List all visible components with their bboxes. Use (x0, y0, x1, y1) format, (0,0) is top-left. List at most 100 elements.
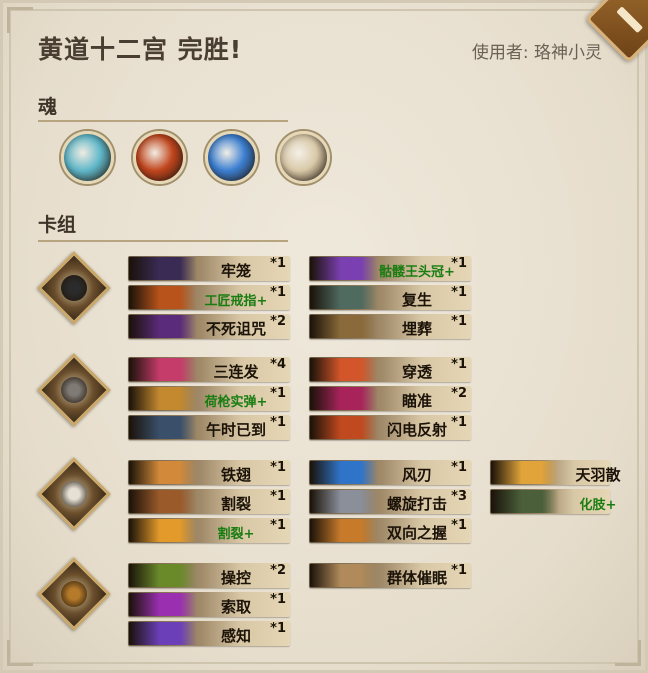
card-item[interactable]: 操控 *2 (128, 563, 290, 588)
card-art (129, 519, 197, 542)
close-icon (616, 6, 644, 34)
card-count: *1 (451, 563, 467, 578)
card-item[interactable]: 铁翅 *1 (128, 460, 290, 485)
card-art (310, 358, 378, 381)
card-count: *1 (270, 256, 286, 271)
card-name: 午时已到 (205, 421, 266, 439)
hero-portrait (61, 481, 87, 507)
card-item[interactable]: 割裂+ *1 (128, 518, 290, 543)
card-name: 风刃 (401, 466, 432, 484)
card-item[interactable]: 不死诅咒 *2 (128, 314, 290, 339)
card-count: *1 (451, 518, 467, 533)
hero-portrait (61, 581, 87, 607)
card-name: 复生 (401, 291, 432, 309)
card-item[interactable]: 瞄准 *2 (309, 386, 471, 411)
card-item[interactable]: 天羽散 (490, 460, 621, 485)
card-art (310, 564, 378, 587)
deck-section-title: 卡组 (38, 214, 77, 236)
card-art (129, 257, 197, 280)
card-count: *1 (451, 460, 467, 475)
user-label: 使用者: (471, 43, 529, 63)
card-name: 索取 (220, 598, 251, 616)
card-name: 群体催眠 (386, 569, 447, 587)
card-name: 三连发 (213, 363, 259, 381)
card-item[interactable]: 闪电反射 *1 (309, 415, 471, 440)
page-title: 黄道十二宫 完胜! (38, 35, 243, 64)
card-art (129, 416, 197, 439)
fire-orb-soul-icon[interactable] (133, 131, 186, 184)
card-name: 工匠戒指+ (204, 294, 268, 309)
card-item[interactable]: 埋葬 *1 (309, 314, 471, 339)
card-count: *1 (270, 621, 286, 636)
card-name: 化肢+ (579, 498, 617, 513)
card-name: 操控 (220, 569, 251, 587)
card-item[interactable]: 感知 *1 (128, 621, 290, 646)
card-item[interactable]: 牢笼 *1 (128, 256, 290, 281)
card-name: 牢笼 (220, 262, 251, 280)
card-item[interactable]: 荷枪实弹+ *1 (128, 386, 290, 411)
card-name: 双向之握 (386, 524, 447, 542)
card-item[interactable]: 螺旋打击 *3 (309, 489, 471, 514)
card-name: 感知 (220, 627, 251, 645)
card-name: 瞄准 (401, 392, 432, 410)
card-art (491, 490, 559, 513)
card-art (310, 257, 378, 280)
card-count: *1 (451, 285, 467, 300)
card-name: 闪电反射 (386, 421, 447, 439)
card-art (129, 387, 197, 410)
stone-guardian-soul-icon[interactable] (61, 131, 114, 184)
hero-portrait (61, 275, 87, 301)
card-name: 割裂+ (217, 527, 255, 542)
card-count: *2 (270, 314, 286, 329)
frame-corner-ornament (7, 640, 33, 666)
card-name: 埋葬 (401, 320, 432, 338)
section-divider (38, 240, 288, 242)
card-art (310, 387, 378, 410)
card-count: *1 (451, 314, 467, 329)
card-count: *1 (270, 489, 286, 504)
card-art (310, 286, 378, 309)
card-count: *1 (451, 415, 467, 430)
card-art (129, 315, 197, 338)
card-item[interactable]: 群体催眠 *1 (309, 563, 471, 588)
card-count: *4 (270, 357, 286, 372)
frame-corner-ornament (615, 640, 641, 666)
card-item[interactable]: 风刃 *1 (309, 460, 471, 485)
card-name: 骷髅王头冠+ (379, 265, 455, 280)
user-info: 使用者: 珞神小灵 (472, 38, 602, 63)
card-count: *1 (451, 357, 467, 372)
card-art (129, 358, 197, 381)
souls-section-title: 魂 (38, 96, 58, 118)
card-count: *1 (451, 256, 467, 271)
card-count: *2 (270, 563, 286, 578)
section-divider (38, 120, 288, 122)
card-art (310, 519, 378, 542)
card-name: 穿透 (401, 363, 432, 381)
card-art (491, 461, 559, 484)
card-item[interactable]: 双向之握 *1 (309, 518, 471, 543)
card-art (129, 461, 197, 484)
card-item[interactable]: 午时已到 *1 (128, 415, 290, 440)
card-item[interactable]: 三连发 *4 (128, 357, 290, 382)
card-count: *1 (270, 518, 286, 533)
card-count: *1 (270, 415, 286, 430)
card-art (129, 622, 197, 645)
card-item[interactable]: 骷髅王头冠+ *1 (309, 256, 471, 281)
ice-wave-soul-icon[interactable] (205, 131, 258, 184)
card-item[interactable]: 化肢+ (490, 489, 616, 514)
eagle-soul-icon[interactable] (277, 131, 330, 184)
card-item[interactable]: 穿透 *1 (309, 357, 471, 382)
card-name: 铁翅 (220, 466, 251, 484)
card-art (310, 461, 378, 484)
card-item[interactable]: 索取 *1 (128, 592, 290, 617)
frame-corner-ornament (7, 7, 33, 33)
card-item[interactable]: 工匠戒指+ *1 (128, 285, 290, 310)
card-name: 荷枪实弹+ (204, 395, 268, 410)
card-count: *3 (451, 489, 467, 504)
card-art (310, 315, 378, 338)
card-count: *1 (270, 285, 286, 300)
card-name: 螺旋打击 (386, 495, 447, 513)
card-item[interactable]: 复生 *1 (309, 285, 471, 310)
card-art (310, 416, 378, 439)
card-item[interactable]: 割裂 *1 (128, 489, 290, 514)
